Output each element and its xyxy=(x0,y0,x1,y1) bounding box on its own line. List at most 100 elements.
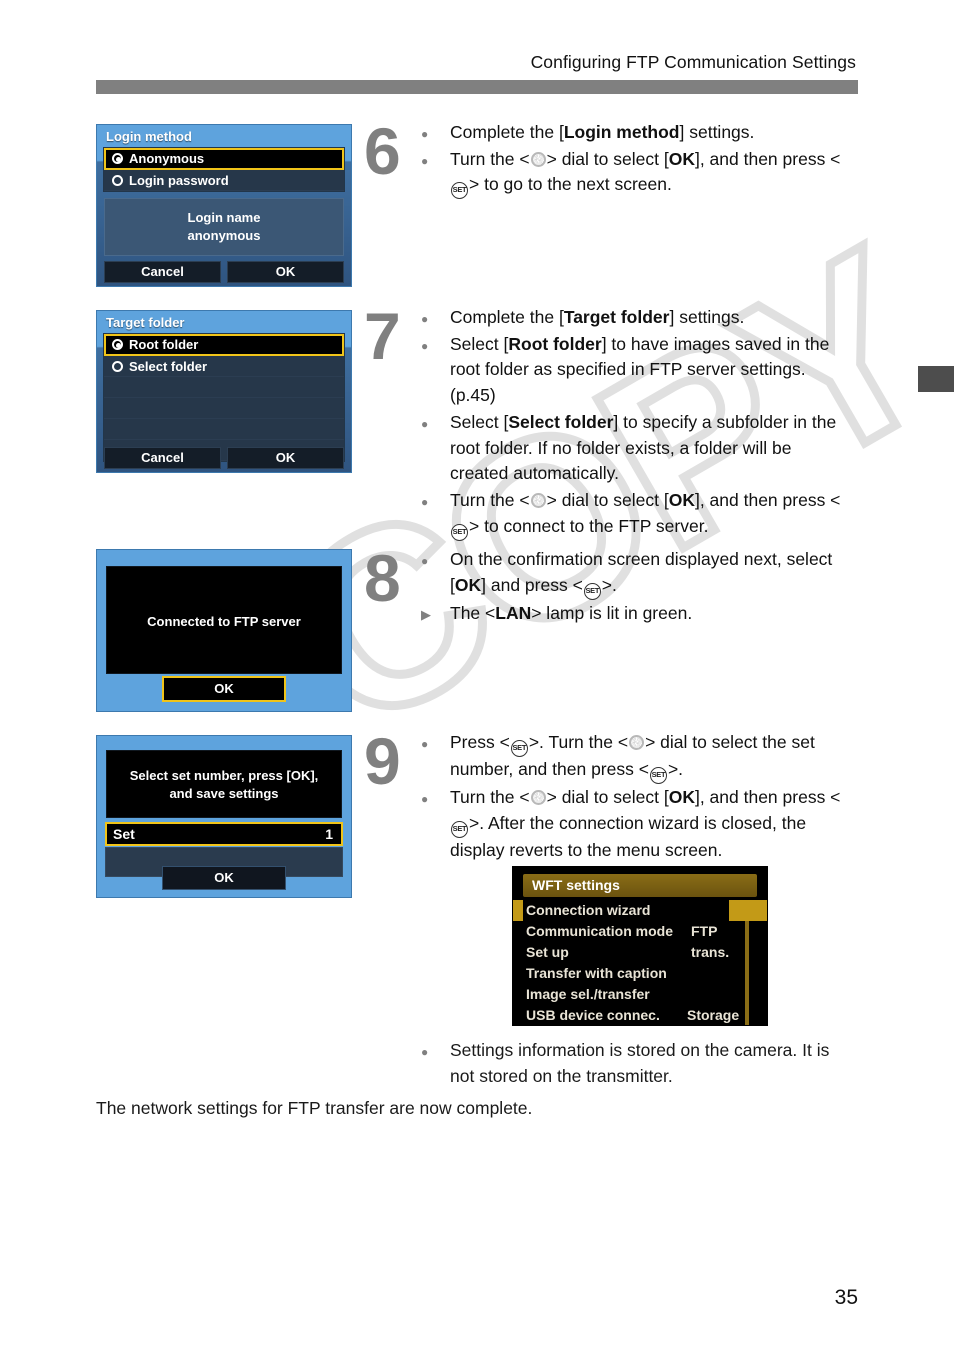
ok-button[interactable]: OK xyxy=(162,676,286,702)
page-number: 35 xyxy=(834,1286,858,1309)
set-button-icon: SET xyxy=(583,582,601,600)
screen-title: Login method xyxy=(106,129,192,144)
dial-icon xyxy=(629,735,645,750)
menu-item-value: Storage xyxy=(687,1007,740,1023)
closing-note: Settings information is stored on the ca… xyxy=(421,1038,851,1090)
ok-button[interactable]: OK xyxy=(227,261,344,283)
option-list: Root folder Select folder xyxy=(103,333,345,462)
option-label: Login password xyxy=(129,173,229,188)
set-button-icon: SET xyxy=(451,523,468,541)
menu-item-usb-device-connec[interactable]: USB device connec. Storage xyxy=(523,1005,757,1025)
step-body: Press <SET>. Turn the <> dial to select … xyxy=(421,730,853,864)
dial-icon xyxy=(530,151,546,167)
login-name-value: anonymous xyxy=(187,227,261,243)
list-item: Settings information is stored on the ca… xyxy=(421,1038,851,1089)
set-key: Set xyxy=(113,826,135,842)
header-rule-bar xyxy=(96,80,858,94)
list-item: Turn the <> dial to select [OK], and the… xyxy=(421,488,853,541)
option-label: Select folder xyxy=(129,359,208,374)
option-root-folder[interactable]: Root folder xyxy=(104,334,344,356)
option-label: Root folder xyxy=(129,337,199,352)
list-item: Complete the [Target folder] settings. xyxy=(421,305,853,331)
bullet-icon xyxy=(421,120,428,146)
list-item: The <LAN> lamp is lit in green. xyxy=(421,601,853,627)
menu-item-image-sel-transfer[interactable]: Image sel./transfer xyxy=(523,984,757,1005)
bullet-icon xyxy=(421,730,428,756)
ok-button[interactable]: OK xyxy=(227,447,344,469)
screen-footer: Cancel OK xyxy=(97,447,351,469)
set-button-icon: SET xyxy=(649,767,667,784)
login-name-label: Login name xyxy=(187,210,261,225)
menu-item-label: Connection wizard xyxy=(526,902,651,918)
screen-target-folder: Target folder Root folder Select folder … xyxy=(96,310,352,473)
screen-wft-settings: WFT settings Connection wizard Communica… xyxy=(512,866,768,1026)
option-label: Anonymous xyxy=(129,151,205,166)
screen-login-method: Login method Anonymous Login password Lo… xyxy=(96,124,352,287)
radio-unselected-icon xyxy=(112,361,123,372)
running-head: Configuring FTP Communication Settings xyxy=(530,52,856,72)
step-number: 8 xyxy=(364,541,401,615)
screen-footer: Cancel OK xyxy=(97,261,351,283)
bullet-icon xyxy=(421,547,428,573)
list-item: Select [Root folder] to have images save… xyxy=(421,332,853,409)
bullet-icon xyxy=(421,147,428,173)
menu-item-connection-wizard[interactable]: Connection wizard xyxy=(523,900,729,921)
step-body: On the confirmation screen displayed nex… xyxy=(421,547,853,627)
option-login-password[interactable]: Login password xyxy=(104,170,344,191)
chapter-thumb-tab xyxy=(918,366,954,392)
option-anonymous[interactable]: Anonymous xyxy=(104,148,344,170)
bullet-icon xyxy=(421,305,428,331)
ok-button[interactable]: OK xyxy=(162,866,286,890)
menu-item-label: Set up xyxy=(526,944,569,960)
message-text: Connected to FTP server xyxy=(147,614,301,629)
option-empty xyxy=(104,377,344,398)
radio-selected-icon xyxy=(112,339,123,350)
menu-item-label: USB device connec. xyxy=(526,1007,660,1023)
bullet-icon xyxy=(421,1038,428,1064)
menu-item-label: Image sel./transfer xyxy=(526,986,650,1002)
menu-item-set-up[interactable]: Set up xyxy=(523,942,757,963)
option-empty xyxy=(104,398,344,419)
screen-title: Target folder xyxy=(106,315,185,330)
set-button-icon: SET xyxy=(510,740,528,757)
step-number: 9 xyxy=(364,724,401,798)
list-item: Complete the [Login method] settings. xyxy=(421,120,853,146)
list-item: Turn the <> dial to select [OK], and the… xyxy=(421,147,853,200)
list-item: On the confirmation screen displayed nex… xyxy=(421,547,853,600)
bullet-icon xyxy=(421,410,428,436)
radio-selected-icon xyxy=(112,153,123,164)
option-empty xyxy=(104,419,344,440)
radio-unselected-icon xyxy=(112,175,123,186)
closing-note-text: Settings information is stored on the ca… xyxy=(450,1040,830,1086)
menu-item-transfer-with-caption[interactable]: Transfer with caption xyxy=(523,963,757,984)
screen-set-number: Select set number, press [OK], and save … xyxy=(96,735,352,898)
menu-item-label: Communication mode xyxy=(526,923,674,939)
message-box: Connected to FTP server xyxy=(106,566,342,674)
menu-item-label: Transfer with caption xyxy=(526,965,667,981)
bullet-icon xyxy=(421,332,428,358)
menu-item-communication-mode[interactable]: Communication mode FTP trans. xyxy=(523,921,757,960)
list-item: Select [Select folder] to specify a subf… xyxy=(421,410,853,487)
message-text-line2: and save settings xyxy=(169,786,279,802)
option-list: Anonymous Login password xyxy=(103,147,345,192)
option-select-folder[interactable]: Select folder xyxy=(104,356,344,377)
bullet-icon xyxy=(421,488,428,514)
login-name-panel: Login name anonymous xyxy=(104,198,344,257)
cancel-button[interactable]: Cancel xyxy=(104,261,221,283)
step-body: Complete the [Target folder] settings. S… xyxy=(421,305,853,542)
message-text-line1: Select set number, press [OK], xyxy=(129,768,319,783)
step-body: Complete the [Login method] settings. Tu… xyxy=(421,120,853,200)
set-value: 1 xyxy=(325,826,333,842)
list-item: Turn the <> dial to select [OK], and the… xyxy=(421,785,853,863)
bullet-icon xyxy=(421,785,428,811)
cancel-button[interactable]: Cancel xyxy=(104,447,221,469)
menu-title: WFT settings xyxy=(523,874,757,897)
step-number: 7 xyxy=(364,299,401,373)
screen-connected: Connected to FTP server OK xyxy=(96,549,352,712)
step-number: 6 xyxy=(364,114,401,188)
set-number-row[interactable]: Set 1 xyxy=(105,822,343,846)
set-button-icon: SET xyxy=(451,820,468,838)
dial-icon xyxy=(530,493,546,509)
menu-list: Connection wizard Communication mode FTP… xyxy=(513,900,767,1025)
set-button-icon: SET xyxy=(451,182,468,200)
